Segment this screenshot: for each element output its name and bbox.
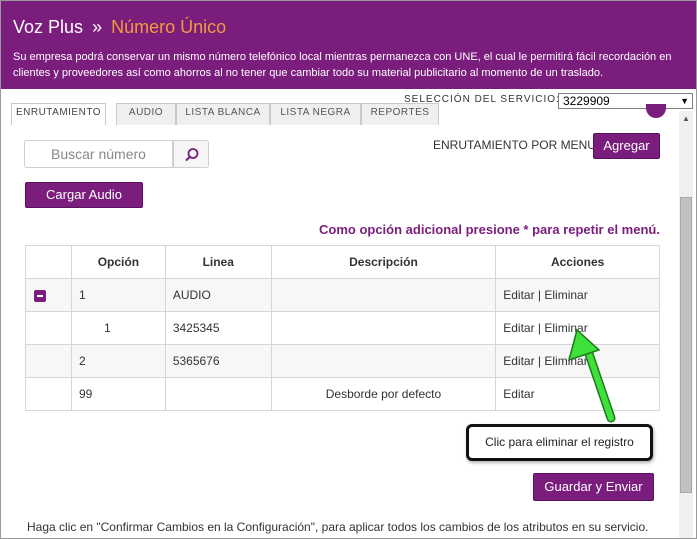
- row-toggle-cell: [25, 377, 72, 411]
- line-cell: AUDIO: [164, 278, 272, 312]
- upload-audio-button[interactable]: Cargar Audio: [25, 182, 143, 208]
- green-arrow-icon: [567, 328, 616, 423]
- tab-reportes[interactable]: REPORTES: [361, 103, 439, 125]
- description-cell: Desborde por defecto: [270, 377, 497, 411]
- tab-decoration: [646, 104, 666, 118]
- table-header-row: Opción Linea Descripción Acciones: [25, 245, 660, 279]
- delete-tooltip: Clic para eliminar el registro: [466, 424, 653, 461]
- row-toggle-cell: [25, 278, 72, 312]
- column-header-description: Descripción: [270, 245, 497, 279]
- option-cell: 99: [70, 377, 166, 411]
- dialog-window: Voz Plus » Número Único Su empresa podrá…: [0, 0, 697, 539]
- save-send-button[interactable]: Guardar y Enviar: [533, 473, 654, 501]
- line-cell: 3425345: [164, 311, 272, 345]
- tab-bar: ENRUTAMIENTO AUDIO LISTA BLANCA LISTA NE…: [11, 103, 611, 125]
- tab-enrutamiento[interactable]: ENRUTAMIENTO: [11, 103, 106, 125]
- option-cell: 2: [70, 344, 166, 378]
- column-header-toggle: [25, 245, 72, 279]
- description-cell: [270, 278, 497, 312]
- row-toggle-cell: [25, 344, 72, 378]
- actions-cell[interactable]: Editar | Eliminar: [495, 278, 660, 312]
- header-description: Su empresa podrá conservar un mismo núme…: [13, 51, 672, 79]
- tab-lista-blanca[interactable]: LISTA BLANCA: [176, 103, 270, 125]
- column-header-option: Opción: [70, 245, 166, 279]
- search-button[interactable]: [173, 140, 209, 168]
- title-separator: »: [92, 17, 103, 37]
- description-cell: [270, 311, 497, 345]
- footer-instructions: Haga clic en "Confirmar Cambios en la Co…: [27, 520, 649, 534]
- section-title: Número Único: [111, 17, 227, 37]
- brand-title: Voz Plus: [13, 17, 84, 37]
- page-title: Voz Plus » Número Único: [13, 17, 226, 38]
- scroll-thumb[interactable]: [680, 197, 692, 493]
- tab-audio[interactable]: AUDIO: [116, 103, 176, 125]
- line-cell: [164, 377, 272, 411]
- line-cell: 5365676: [164, 344, 272, 378]
- menu-routing-label: ENRUTAMIENTO POR MENU: [433, 138, 596, 152]
- vertical-scrollbar[interactable]: ▲: [679, 111, 693, 538]
- option-cell: 1: [70, 311, 166, 345]
- collapse-minus-icon[interactable]: [34, 289, 46, 302]
- scroll-up-icon[interactable]: ▲: [679, 111, 693, 127]
- row-toggle-cell: [25, 311, 72, 345]
- tab-lista-negra[interactable]: LISTA NEGRA: [270, 103, 361, 125]
- column-header-actions: Acciones: [495, 245, 660, 279]
- search-input[interactable]: Buscar número: [24, 140, 173, 168]
- page-header: Voz Plus » Número Único Su empresa podrá…: [1, 1, 696, 89]
- option-cell: 1: [70, 278, 166, 312]
- column-header-line: Linea: [164, 245, 272, 279]
- search-icon: [185, 148, 199, 162]
- dropdown-arrow-icon: ▼: [680, 96, 689, 106]
- table-row: 1 AUDIO Editar | Eliminar: [25, 278, 660, 312]
- add-button[interactable]: Agregar: [593, 133, 660, 159]
- menu-note: Como opción adicional presione * para re…: [319, 222, 660, 237]
- description-cell: [270, 344, 497, 378]
